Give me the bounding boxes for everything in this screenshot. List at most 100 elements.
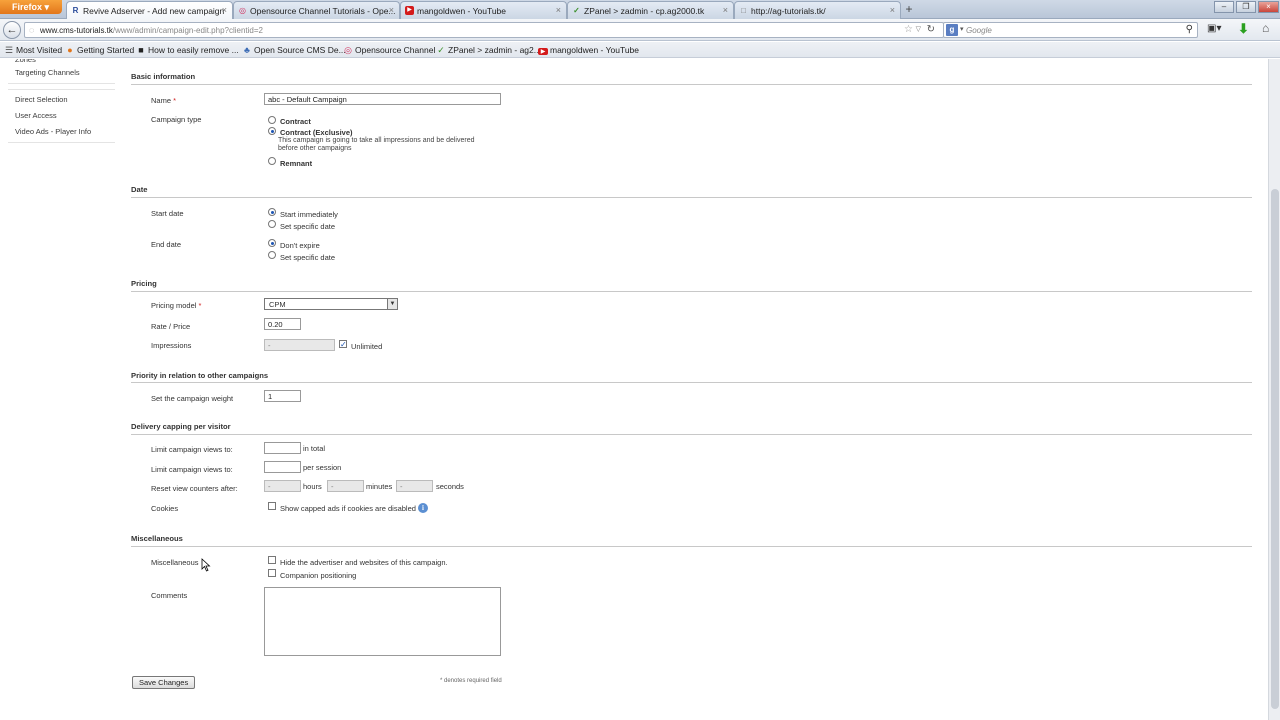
unlimited-checkbox[interactable]: ✓ <box>339 340 347 349</box>
section-divider <box>131 84 1252 85</box>
close-window-button[interactable]: × <box>1258 1 1279 13</box>
radio-start-immediately[interactable] <box>268 208 276 216</box>
option-start-immediately-label: Start immediately <box>280 210 338 219</box>
cookies-label: Cookies <box>151 504 179 513</box>
url-bar[interactable]: ◌ www.cms-tutorials.tk/www/admin/campaig… <box>24 22 944 38</box>
option-contract-exclusive-label: Contract (Exclusive) <box>280 128 353 137</box>
tab-opensource-channel[interactable]: ◎ Opensource Channel Tutorials - Ope... … <box>233 1 400 19</box>
info-icon[interactable]: i <box>418 503 428 513</box>
bookmark-open-source-cms[interactable]: ♣ Open Source CMS De... <box>242 45 346 55</box>
download-arrow-icon[interactable]: ⬇ <box>1238 21 1249 37</box>
radio-contract[interactable] <box>268 116 276 124</box>
opensource-favicon-icon: ◎ <box>239 6 246 15</box>
reset-hours-input[interactable]: - <box>264 480 301 492</box>
bookmark-most-visited[interactable]: ☰ Most Visited <box>4 45 62 56</box>
history-dropdown-icon[interactable]: ▽ <box>916 25 921 33</box>
section-heading-priority: Priority in relation to other campaigns <box>131 371 269 380</box>
tab-title: Revive Adserver - Add new campaign <box>83 6 225 16</box>
revive-favicon-icon: R <box>72 6 79 15</box>
required-mark: * <box>198 301 202 310</box>
save-changes-button[interactable]: Save Changes <box>132 676 196 689</box>
minimize-button[interactable]: – <box>1214 1 1234 13</box>
campaign-weight-input[interactable]: 1 <box>264 390 301 402</box>
back-button[interactable]: ← <box>3 21 21 39</box>
restore-button[interactable]: ❐ <box>1236 1 1256 13</box>
close-tab-icon[interactable]: × <box>890 5 895 15</box>
unlimited-label: Unlimited <box>351 342 383 351</box>
show-capped-ads-checkbox[interactable] <box>268 502 276 510</box>
section-divider <box>131 291 1252 292</box>
youtube-favicon-icon: ▶ <box>405 6 414 15</box>
companion-positioning-checkbox[interactable] <box>268 569 276 577</box>
radio-remnant[interactable] <box>268 157 276 165</box>
close-tab-icon[interactable]: × <box>222 5 227 15</box>
sidebar-item-user-access[interactable]: User Access <box>8 108 115 124</box>
limit-total-input[interactable] <box>264 442 301 454</box>
option-end-specific-label: Set specific date <box>280 253 336 262</box>
page-icon: ■ <box>138 45 144 55</box>
bookmark-youtube[interactable]: ▶ mangoldwen - YouTube <box>538 45 639 55</box>
limit-total-label: Limit campaign views to: <box>151 445 233 454</box>
bookmark-getting-started[interactable]: ● Getting Started <box>65 45 134 55</box>
bookmark-how-to-remove[interactable]: ■ How to easily remove ... <box>136 45 239 55</box>
campaign-name-input[interactable]: abc - Default Campaign <box>264 93 501 105</box>
sidebar-item-targeting-channels[interactable]: Targeting Channels <box>8 65 115 81</box>
chevron-down-icon[interactable]: ▾ <box>960 25 964 33</box>
tab-revive-adserver[interactable]: R Revive Adserver - Add new campaign × <box>66 1 233 19</box>
url-text[interactable]: www.cms-tutorials.tk/www/admin/campaign-… <box>40 26 263 35</box>
firefox-menu-button[interactable]: Firefox ▾ <box>0 0 62 14</box>
impressions-input[interactable]: - <box>264 339 335 351</box>
search-bar[interactable]: g ▾ Google ⚲ <box>943 22 1198 38</box>
bookmarks-toolbar: ☰ Most Visited ● Getting Started ■ How to e… <box>0 42 1280 58</box>
pricing-model-select[interactable]: CPM ▼ <box>264 298 398 310</box>
zpanel-favicon-icon: ✓ <box>573 6 580 15</box>
browser-titlebar: Firefox ▾ R Revive Adserver - Add new ca… <box>0 0 1280 19</box>
bookmark-star-icon[interactable]: ☆ <box>904 24 913 35</box>
limit-session-suffix: per session <box>303 463 342 472</box>
close-tab-icon[interactable]: × <box>556 5 561 15</box>
hide-advertiser-checkbox[interactable] <box>268 556 276 564</box>
reload-icon[interactable]: ↻ <box>927 24 935 35</box>
reset-counters-label: Reset view counters after: <box>151 484 238 493</box>
sidebar-item-direct-selection[interactable]: Direct Selection <box>8 92 115 108</box>
page-favicon-icon: □ <box>741 6 746 15</box>
bookmark-label: Open Source CMS De... <box>254 45 346 55</box>
tab-title: ZPanel > zadmin - cp.ag2000.tk <box>584 6 705 16</box>
chevron-down-icon[interactable]: ▼ <box>387 299 397 309</box>
radio-end-specific-date[interactable] <box>268 251 276 259</box>
home-icon[interactable]: ⌂ <box>1262 21 1269 35</box>
google-engine-icon[interactable]: g <box>946 24 958 36</box>
radio-dont-expire[interactable] <box>268 239 276 247</box>
bookmark-label: How to easily remove ... <box>148 45 239 55</box>
search-icon[interactable]: ⚲ <box>1186 24 1193 35</box>
name-label-text: Name <box>151 96 172 105</box>
bookmark-label: Most Visited <box>16 45 63 55</box>
limit-session-input[interactable] <box>264 461 301 473</box>
rate-price-input[interactable]: 0.20 <box>264 318 301 330</box>
section-heading-capping: Delivery capping per visitor <box>131 422 231 431</box>
tab-zpanel[interactable]: ✓ ZPanel > zadmin - cp.ag2000.tk × <box>567 1 734 19</box>
reset-minutes-input[interactable]: - <box>327 480 364 492</box>
sidebar-group-inventory: Zones Targeting Channels <box>8 59 115 84</box>
new-tab-button[interactable]: + <box>902 3 916 16</box>
close-tab-icon[interactable]: × <box>723 5 728 15</box>
page-content: Zones Targeting Channels Direct Selectio… <box>0 59 1268 720</box>
exclusive-description: This campaign is going to take all impre… <box>278 137 475 152</box>
sidebar-item-video-ads[interactable]: Video Ads - Player Info <box>8 124 115 140</box>
bookmark-opensource-channel[interactable]: ◎ Opensource Channel <box>343 45 435 56</box>
show-capped-ads-label: Show capped ads if cookies are disabled <box>280 504 416 513</box>
vertical-scrollbar[interactable] <box>1268 59 1280 720</box>
reset-seconds-input[interactable]: - <box>396 480 433 492</box>
toolbar-menu-icon[interactable]: ▣▾ <box>1207 23 1221 34</box>
radio-contract-exclusive[interactable] <box>268 127 276 135</box>
miscellaneous-label: Miscellaneous <box>151 558 199 567</box>
radio-start-specific-date[interactable] <box>268 220 276 228</box>
close-tab-icon[interactable]: × <box>389 5 394 15</box>
comments-textarea[interactable] <box>264 587 501 656</box>
tab-youtube[interactable]: ▶ mangoldwen - YouTube × <box>400 1 567 19</box>
firefox-menu-label: Firefox <box>12 2 43 12</box>
bookmark-zpanel[interactable]: ✓ ZPanel > zadmin - ag2... <box>436 45 541 56</box>
tab-ag-tutorials[interactable]: □ http://ag-tutorials.tk/ × <box>734 1 901 19</box>
scrollbar-thumb[interactable] <box>1271 189 1279 709</box>
companion-positioning-label: Companion positioning <box>280 571 357 580</box>
